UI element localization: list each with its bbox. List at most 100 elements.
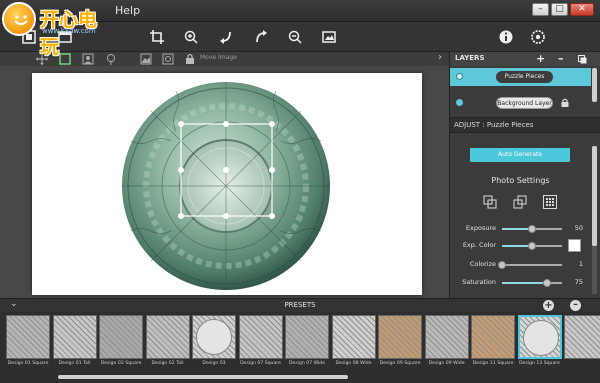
layer-visibility-toggle[interactable] [456, 73, 463, 80]
rotate-left-icon[interactable] [219, 30, 233, 44]
presets-header: ⌄ PRESETS + – [0, 298, 600, 312]
slider-label: Exposure [465, 224, 496, 232]
panel-collapse-button[interactable]: › [438, 52, 442, 63]
preset-thumbnail [52, 315, 97, 359]
presets-title: PRESETS [284, 301, 316, 309]
remove-preset-button[interactable]: – [570, 300, 581, 311]
slider-value: 50 [574, 224, 583, 232]
slider-knob[interactable] [528, 242, 536, 250]
minimize-button[interactable]: – [532, 3, 549, 16]
site-logo: 开心电玩 www.kxdw.com [2, 2, 110, 58]
preset-thumbnail [285, 315, 329, 359]
preset-item[interactable]: Design 01 Tall [52, 315, 97, 377]
preset-label: Design 13 Square [519, 361, 560, 366]
image-icon[interactable] [322, 30, 336, 44]
preset-label: Design 09 Square [379, 361, 421, 366]
slider-colorize: Colorize 1 [450, 258, 591, 272]
photo-canvas[interactable] [32, 73, 422, 295]
adjust-title: ADJUST : Puzzle Pieces [454, 121, 534, 129]
slider-track[interactable] [498, 261, 562, 269]
smiley-icon [14, 15, 28, 25]
preset-thumbnail [145, 315, 190, 359]
scrollbar-thumb[interactable] [592, 146, 597, 246]
slider-fill [502, 282, 547, 284]
preset-label: Design 02 Tall [151, 361, 184, 366]
layer-background[interactable]: Background Layer [450, 94, 591, 112]
photo-tool-icon[interactable] [140, 53, 152, 65]
preset-item[interactable]: Design 09 Wide [424, 315, 469, 377]
preset-item[interactable] [564, 315, 600, 377]
target-icon[interactable] [162, 53, 174, 65]
slider-track[interactable] [502, 242, 562, 250]
preset-circle-shape [196, 319, 232, 355]
preset-thumbnail [331, 315, 376, 359]
preset-label: Design 02 Square [100, 361, 142, 366]
slider-value: 75 [574, 278, 583, 286]
preset-circle-shape [522, 320, 559, 356]
rotate-right-icon[interactable] [254, 30, 268, 44]
preset-item[interactable]: Design 07 Square [238, 315, 283, 377]
slider-label: Colorize [469, 260, 496, 268]
preset-item[interactable]: Design 13 Square [517, 315, 562, 377]
preset-label: Design 01 Tall [58, 361, 91, 366]
preset-item[interactable]: Design 09 Square [378, 315, 422, 377]
add-layer-button[interactable]: + [536, 52, 545, 65]
logo-url: www.kxdw.com [42, 27, 96, 35]
presets-scrollbar[interactable] [58, 375, 348, 379]
flip-vertical-icon[interactable] [513, 195, 527, 209]
zoom-out-icon[interactable] [288, 30, 302, 44]
preset-item[interactable]: Design 02 Tall [145, 315, 190, 377]
canvas-workspace [0, 66, 449, 298]
preset-label: Design 09 Wide [428, 361, 465, 366]
preset-item[interactable]: Design 02 Square [99, 315, 143, 377]
auto-generate-button[interactable]: Auto Generate [470, 148, 570, 162]
preset-label: Design 11 Square [472, 361, 514, 366]
slider-value: 1 [578, 260, 583, 268]
layers-title: LAYERS [455, 54, 485, 62]
info-icon[interactable] [499, 30, 513, 44]
layer-lock-icon[interactable] [561, 98, 569, 107]
preset-thumbnail [471, 315, 515, 359]
slider-exp-color: Exp. Color [450, 239, 591, 253]
maximize-button[interactable]: □ [551, 3, 568, 16]
right-panel: LAYERS + – Puzzle Pieces Background Laye… [449, 52, 600, 298]
preset-item[interactable]: Design 11 Square [471, 315, 515, 377]
preset-item[interactable]: Design 07 Wide [285, 315, 329, 377]
grid-icon[interactable] [543, 195, 557, 209]
layer-label: Puzzle Pieces [496, 71, 553, 83]
move-image-label: Move Image [200, 54, 237, 61]
crop-icon[interactable] [150, 30, 164, 44]
duplicate-layer-icon[interactable] [578, 54, 587, 67]
preset-label: Design 07 Wide [288, 361, 326, 366]
slider-track[interactable] [502, 225, 562, 233]
flip-horizontal-icon[interactable] [483, 195, 497, 209]
preset-label: Design 03 [202, 361, 226, 366]
preset-item[interactable]: Design 08 Wide [331, 315, 376, 377]
title-bar: 开心电玩 www.kxdw.com Help – □ ✕ [0, 0, 600, 58]
preset-thumbnail [424, 315, 469, 359]
layers-header: LAYERS + – [450, 52, 600, 66]
color-swatch[interactable] [568, 239, 581, 252]
preset-thumbnail [99, 315, 143, 359]
remove-layer-button[interactable]: – [558, 52, 564, 65]
preset-thumbnail [6, 315, 50, 359]
preset-thumbnail [378, 315, 422, 359]
close-button[interactable]: ✕ [570, 3, 594, 16]
preset-item[interactable]: Design 01 Square [6, 315, 50, 377]
preset-label: Design 01 Square [7, 361, 49, 366]
preset-item[interactable]: Design 03 [192, 315, 236, 377]
adjust-scrollbar[interactable] [592, 146, 597, 294]
slider-track[interactable] [502, 279, 562, 287]
slider-knob[interactable] [543, 279, 551, 287]
lock-icon[interactable] [184, 53, 196, 65]
zoom-in-icon[interactable] [184, 30, 198, 44]
layers-scrollbar[interactable] [592, 68, 597, 102]
add-preset-button[interactable]: + [543, 300, 554, 311]
layer-visibility-toggle[interactable] [456, 99, 463, 106]
settings-icon[interactable] [531, 30, 545, 44]
slider-knob[interactable] [498, 261, 506, 269]
layer-puzzle-pieces[interactable]: Puzzle Pieces [450, 68, 591, 86]
adjust-header: ADJUST : Puzzle Pieces [450, 117, 600, 133]
slider-knob[interactable] [528, 225, 536, 233]
menu-help[interactable]: Help [115, 4, 140, 17]
